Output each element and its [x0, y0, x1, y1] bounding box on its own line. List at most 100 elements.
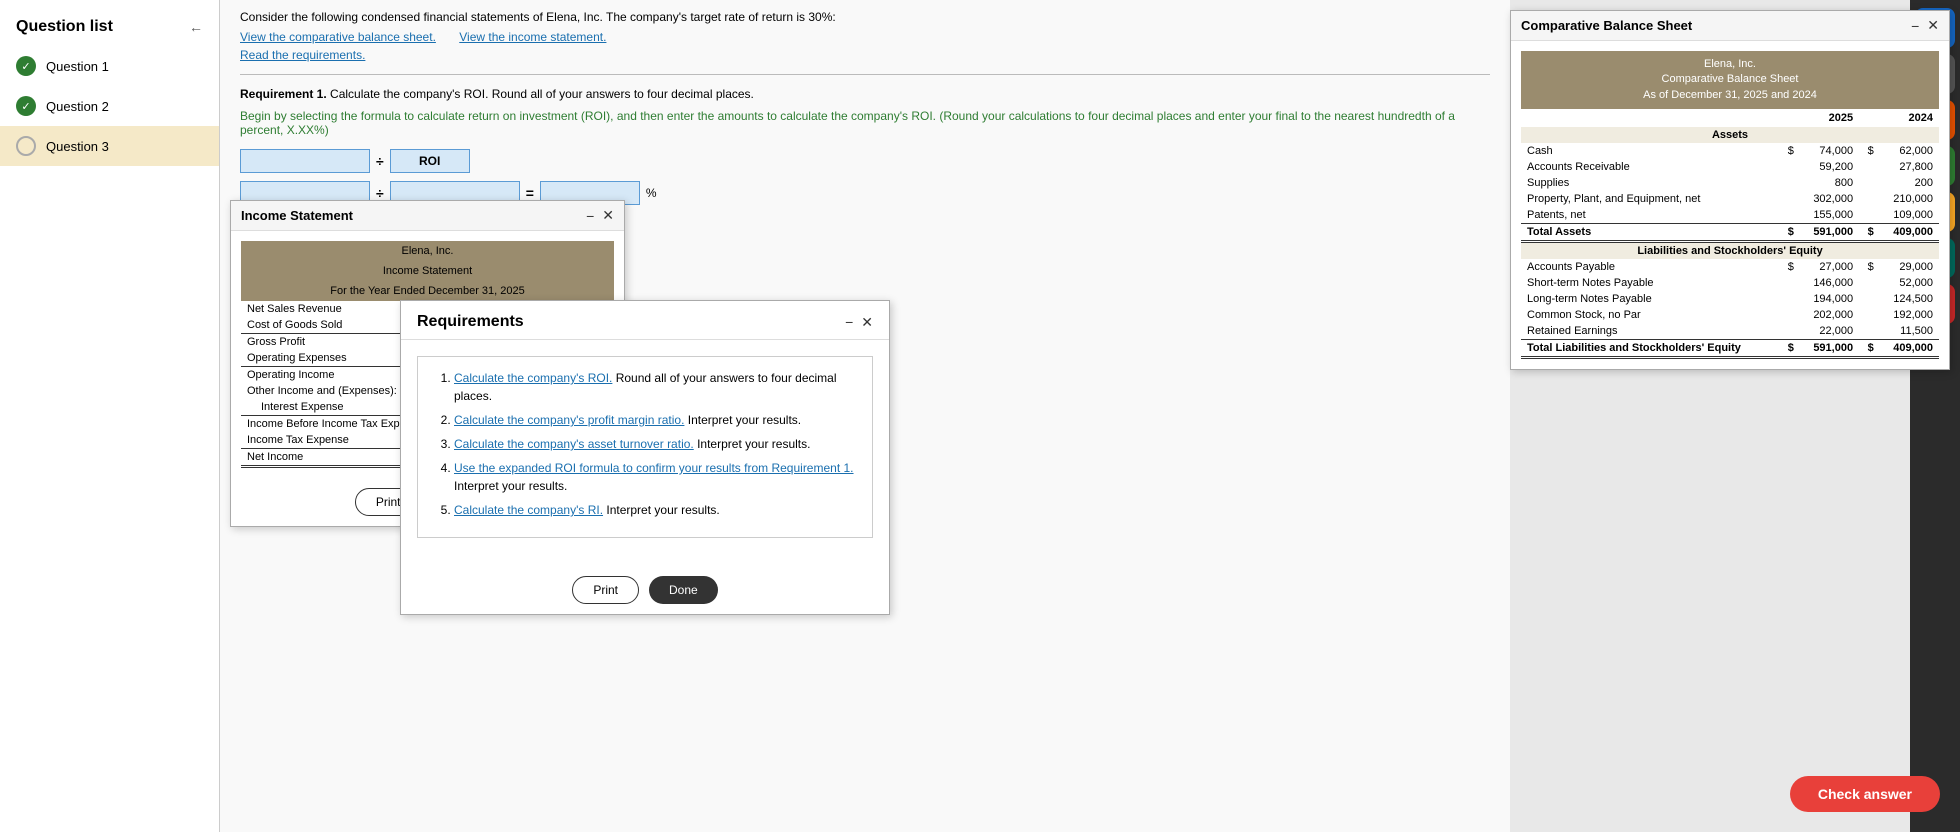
bs-col-2025-header: 2025	[1779, 109, 1859, 127]
req-item-3-link[interactable]: Calculate the company's asset turnover r…	[454, 437, 694, 451]
q3-status-icon	[16, 136, 36, 156]
req-panel-controls: − ✕	[845, 314, 873, 331]
list-item: Calculate the company's profit margin ra…	[454, 411, 856, 429]
req-label: Requirement 1. Calculate the company's R…	[240, 87, 1490, 101]
req-item-4-link[interactable]: Use the expanded ROI formula to confirm …	[454, 461, 854, 475]
sidebar-item-q1[interactable]: ✓ Question 1	[0, 46, 219, 86]
req-panel-body: Calculate the company's ROI. Round all o…	[401, 340, 889, 566]
q1-label: Question 1	[46, 59, 109, 74]
bs-minimize-btn[interactable]: −	[1911, 18, 1919, 34]
req-item-5-text: Interpret your results.	[606, 503, 719, 517]
bs-stnp-2024: 52,000	[1880, 275, 1939, 291]
table-row: Retained Earnings 22,000 11,500	[1521, 323, 1939, 340]
bs-stnp-label: Short-term Notes Payable	[1521, 275, 1779, 291]
requirements-panel: Requirements − ✕ Calculate the company's…	[400, 300, 890, 615]
table-row: Long-term Notes Payable 194,000 124,500	[1521, 291, 1939, 307]
bs-cash-label: Cash	[1521, 143, 1779, 159]
q2-status-icon: ✓	[16, 96, 36, 116]
bs-re-label: Retained Earnings	[1521, 323, 1779, 340]
link-requirements[interactable]: Read the requirements.	[240, 48, 365, 62]
collapse-icon[interactable]: ←	[189, 19, 203, 35]
req-minimize-btn[interactable]: −	[845, 314, 853, 330]
req-link-area: Read the requirements.	[240, 48, 1490, 62]
bs-ppe-2025: 302,000	[1800, 191, 1859, 207]
income-panel-controls: − ✕	[586, 207, 614, 224]
table-row: Total Assets $ 591,000 $ 409,000	[1521, 224, 1939, 242]
balance-sheet-panel: Comparative Balance Sheet − ✕ Elena, Inc…	[1510, 10, 1950, 370]
table-row: Common Stock, no Par 202,000 192,000	[1521, 307, 1939, 323]
q1-status-icon: ✓	[16, 56, 36, 76]
is-period: For the Year Ended December 31, 2025	[241, 281, 614, 301]
table-row: Short-term Notes Payable 146,000 52,000	[1521, 275, 1939, 291]
bs-re-2025: 22,000	[1800, 323, 1859, 340]
bs-cash-sym: $	[1779, 143, 1800, 159]
req-close-btn[interactable]: ✕	[861, 314, 873, 331]
bs-pat-label: Patents, net	[1521, 207, 1779, 224]
table-row: Accounts Receivable 59,200 27,800	[1521, 159, 1939, 175]
list-item: Calculate the company's RI. Interpret yo…	[454, 501, 856, 519]
bs-sup-2024: 200	[1880, 175, 1939, 191]
bs-sup-label: Supplies	[1521, 175, 1779, 191]
divider	[240, 74, 1490, 75]
bs-pat-2024: 109,000	[1880, 207, 1939, 224]
roi-label-box: ROI	[390, 149, 470, 173]
bs-ltnp-2025: 194,000	[1800, 291, 1859, 307]
bs-tl-label: Total Liabilities and Stockholders' Equi…	[1521, 340, 1779, 358]
intro-links: View the comparative balance sheet. View…	[240, 30, 1490, 44]
bs-cs-label: Common Stock, no Par	[1521, 307, 1779, 323]
req-item-3-text: Interpret your results.	[697, 437, 810, 451]
bs-ap-sym2: $	[1859, 259, 1880, 275]
bs-cash-sym2: $	[1859, 143, 1880, 159]
roi-numerator-input[interactable]	[240, 149, 370, 173]
req-panel-title-text: Requirements	[417, 313, 524, 331]
req-panel-titlebar: Requirements − ✕	[401, 301, 889, 340]
sidebar-title-text: Question list	[16, 18, 113, 36]
req-done-btn[interactable]: Done	[649, 576, 718, 604]
link-income-statement[interactable]: View the income statement.	[459, 30, 606, 44]
bs-ap-2025: 27,000	[1800, 259, 1859, 275]
bs-cs-2025: 202,000	[1800, 307, 1859, 323]
req-label-text: Calculate the company's ROI. Round all o…	[330, 87, 754, 101]
bs-cash-2024: 62,000	[1880, 143, 1939, 159]
req-items-box: Calculate the company's ROI. Round all o…	[417, 356, 873, 538]
bs-ar-2025: 59,200	[1800, 159, 1859, 175]
income-minimize-btn[interactable]: −	[586, 208, 594, 224]
bs-ar-label: Accounts Receivable	[1521, 159, 1779, 175]
is-company: Elena, Inc.	[241, 241, 614, 261]
req-item-2-link[interactable]: Calculate the company's profit margin ra…	[454, 413, 684, 427]
bs-close-btn[interactable]: ✕	[1927, 17, 1939, 34]
bs-ap-label: Accounts Payable	[1521, 259, 1779, 275]
table-row: Cash $ 74,000 $ 62,000	[1521, 143, 1939, 159]
table-row: Property, Plant, and Equipment, net 302,…	[1521, 191, 1939, 207]
req-item-5-link[interactable]: Calculate the company's RI.	[454, 503, 603, 517]
check-answer-button[interactable]: Check answer	[1790, 776, 1940, 812]
table-row: Supplies 800 200	[1521, 175, 1939, 191]
sidebar-item-q2[interactable]: ✓ Question 2	[0, 86, 219, 126]
table-row: Assets	[1521, 127, 1939, 143]
bs-tl-2025: 591,000	[1800, 340, 1859, 358]
bs-re-2024: 11,500	[1880, 323, 1939, 340]
bs-ltnp-2024: 124,500	[1880, 291, 1939, 307]
bs-ta-sym2: $	[1859, 224, 1880, 242]
liab-header: Liabilities and Stockholders' Equity	[1521, 242, 1939, 260]
q3-label: Question 3	[46, 139, 109, 154]
req-label-bold: Requirement 1.	[240, 87, 327, 101]
bs-table-container: Elena, Inc. Comparative Balance Sheet As…	[1511, 41, 1949, 369]
list-item: Calculate the company's asset turnover r…	[454, 435, 856, 453]
link-balance-sheet[interactable]: View the comparative balance sheet.	[240, 30, 436, 44]
bs-cs-2024: 192,000	[1880, 307, 1939, 323]
bs-panel-controls: − ✕	[1911, 17, 1939, 34]
bs-ta-label: Total Assets	[1521, 224, 1779, 242]
bs-col-2024-header: 2024	[1859, 109, 1939, 127]
req-item-1-link[interactable]: Calculate the company's ROI.	[454, 371, 612, 385]
divide-op-1: ÷	[376, 153, 384, 169]
sidebar-item-q3[interactable]: Question 3	[0, 126, 219, 166]
pct-label: %	[646, 186, 657, 200]
req-item-4-text: Interpret your results.	[454, 479, 567, 493]
bs-tl-sym: $	[1779, 340, 1800, 358]
bs-sup-2025: 800	[1800, 175, 1859, 191]
bs-ap-2024: 29,000	[1880, 259, 1939, 275]
bs-cash-2025: 74,000	[1800, 143, 1859, 159]
income-close-btn[interactable]: ✕	[602, 207, 614, 224]
req-print-btn[interactable]: Print	[572, 576, 639, 604]
